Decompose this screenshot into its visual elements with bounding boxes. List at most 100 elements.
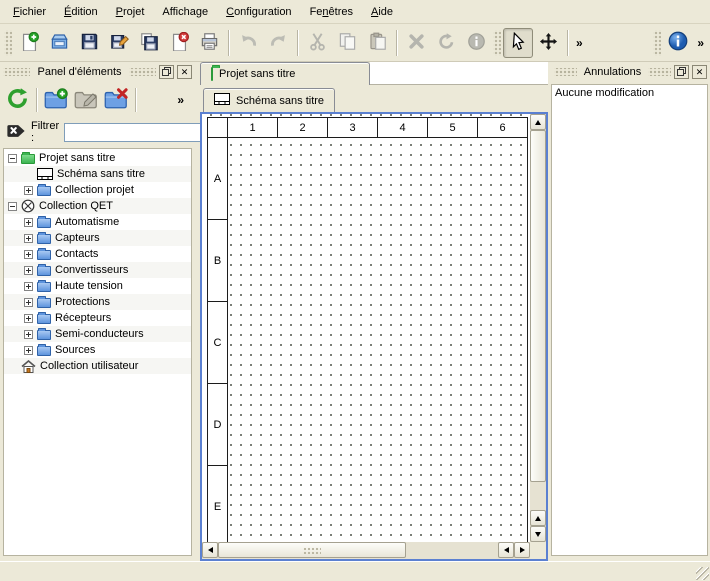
- filter-input[interactable]: [64, 123, 214, 142]
- tab-schema-sans-titre[interactable]: Schéma sans titre: [203, 88, 335, 112]
- tree-item-convertisseurs[interactable]: Convertisseurs: [4, 262, 191, 278]
- toolbar-drag-handle[interactable]: [4, 30, 12, 56]
- undo-panel-titlebar[interactable]: Annulations ✕: [551, 62, 710, 82]
- tree-item-schema[interactable]: Schéma sans titre: [4, 166, 191, 182]
- vertical-scrollbar-thumb[interactable]: [530, 130, 546, 482]
- delete-element-button[interactable]: [102, 86, 130, 114]
- tree-item-haute-tension[interactable]: Haute tension: [4, 278, 191, 294]
- window-resize-grip[interactable]: [696, 567, 709, 580]
- vertical-scrollbar-trough[interactable]: [530, 482, 546, 510]
- save-button[interactable]: [74, 28, 104, 58]
- paste-button[interactable]: [362, 28, 392, 58]
- toolbar-drag-handle[interactable]: [493, 30, 501, 56]
- scroll-left-button[interactable]: [498, 542, 514, 558]
- toolbar-overflow-chevron[interactable]: »: [693, 36, 708, 50]
- main-area: Panel d'éléments ✕: [0, 62, 710, 561]
- tree-item-project[interactable]: Projet sans titre: [4, 150, 191, 166]
- dock-drag-handle[interactable]: [554, 68, 577, 76]
- clear-filter-icon[interactable]: [6, 124, 26, 141]
- close-panel-button[interactable]: ✕: [177, 65, 192, 79]
- toolbar-drag-handle[interactable]: [653, 30, 661, 56]
- horizontal-scrollbar[interactable]: [202, 542, 530, 559]
- toolbar-overflow-chevron[interactable]: »: [572, 36, 587, 50]
- select-tool-button[interactable]: [503, 28, 533, 58]
- close-project-button[interactable]: [164, 28, 194, 58]
- expand-expander-icon[interactable]: [24, 330, 33, 339]
- float-panel-button[interactable]: [159, 65, 174, 79]
- expand-expander-icon[interactable]: [24, 346, 33, 355]
- panel-toolbar-overflow-chevron[interactable]: »: [173, 93, 188, 107]
- column-header: 1: [227, 117, 278, 138]
- expand-expander-icon[interactable]: [24, 234, 33, 243]
- tree-item-automatisme[interactable]: Automatisme: [4, 214, 191, 230]
- elements-panel-titlebar[interactable]: Panel d'éléments ✕: [0, 62, 195, 82]
- expand-expander-icon[interactable]: [24, 250, 33, 259]
- tree-item-recepteurs[interactable]: Récepteurs: [4, 310, 191, 326]
- expand-expander-icon[interactable]: [24, 266, 33, 275]
- tree-item-semi-conducteurs[interactable]: Semi-conducteurs: [4, 326, 191, 342]
- float-panel-button[interactable]: [674, 65, 689, 79]
- expand-expander-icon[interactable]: [24, 298, 33, 307]
- close-panel-button[interactable]: ✕: [692, 65, 707, 79]
- tree-item-collection-utilisateur[interactable]: Collection utilisateur: [4, 358, 191, 374]
- menu-configuration[interactable]: Configuration: [217, 0, 300, 23]
- expand-expander-icon[interactable]: [24, 186, 33, 195]
- scroll-up-button[interactable]: [530, 114, 546, 130]
- tree-item-capteurs[interactable]: Capteurs: [4, 230, 191, 246]
- delete-button[interactable]: [401, 28, 431, 58]
- save-all-icon: [140, 32, 159, 54]
- project-area: Projet sans titre Schéma sans titre: [200, 62, 548, 561]
- menu-fichier[interactable]: Fichier: [4, 0, 55, 23]
- collapse-expander-icon[interactable]: [8, 154, 17, 163]
- dock-drag-handle[interactable]: [648, 68, 671, 76]
- menu-aide[interactable]: Aide: [362, 0, 402, 23]
- expand-expander-icon[interactable]: [24, 218, 33, 227]
- menu-projet[interactable]: Projet: [107, 0, 154, 23]
- cut-button[interactable]: [302, 28, 332, 58]
- tab-projet-sans-titre[interactable]: Projet sans titre: [200, 62, 370, 85]
- dock-drag-handle[interactable]: [3, 68, 30, 76]
- about-qet-button[interactable]: [663, 28, 693, 58]
- vertical-scrollbar[interactable]: [530, 114, 546, 542]
- tree-item-contacts[interactable]: Contacts: [4, 246, 191, 262]
- horizontal-scrollbar-trough[interactable]: [406, 542, 498, 559]
- open-project-button[interactable]: [44, 28, 74, 58]
- edit-element-button[interactable]: [72, 86, 100, 114]
- tabbar-empty-area: [370, 62, 548, 85]
- rotate-button[interactable]: [431, 28, 461, 58]
- new-element-button[interactable]: [42, 86, 70, 114]
- copy-button[interactable]: [332, 28, 362, 58]
- menu-affichage[interactable]: Affichage: [153, 0, 217, 23]
- element-info-button[interactable]: [461, 28, 491, 58]
- folder-icon: [37, 232, 51, 244]
- undo-button[interactable]: [233, 28, 263, 58]
- tree-item-collection-qet[interactable]: Collection QET: [4, 198, 191, 214]
- scroll-up-button[interactable]: [530, 510, 546, 526]
- elements-tree: Projet sans titre Schéma sans titre Coll…: [3, 148, 192, 556]
- print-button[interactable]: [194, 28, 224, 58]
- pan-tool-button[interactable]: [533, 28, 563, 58]
- menu-fenetres[interactable]: Fenêtres: [301, 0, 362, 23]
- tree-item-collection-projet[interactable]: Collection projet: [4, 182, 191, 198]
- schema-canvas[interactable]: 1 2 3 4 5 6 A B C D E: [202, 114, 530, 542]
- folder-icon: [37, 344, 51, 356]
- new-project-button[interactable]: [14, 28, 44, 58]
- save-as-button[interactable]: [104, 28, 134, 58]
- row-header: E: [207, 465, 228, 542]
- expand-expander-icon[interactable]: [24, 282, 33, 291]
- tree-item-sources[interactable]: Sources: [4, 342, 191, 358]
- redo-button[interactable]: [263, 28, 293, 58]
- menu-edition[interactable]: Édition: [55, 0, 107, 23]
- scroll-left-button[interactable]: [202, 542, 218, 558]
- reload-collections-button[interactable]: [3, 86, 31, 114]
- expand-expander-icon[interactable]: [24, 314, 33, 323]
- undo-history-list[interactable]: Aucune modification: [551, 84, 708, 556]
- scroll-right-button[interactable]: [514, 542, 530, 558]
- tree-item-protections[interactable]: Protections: [4, 294, 191, 310]
- scroll-down-button[interactable]: [530, 526, 546, 542]
- save-all-button[interactable]: [134, 28, 164, 58]
- collapse-expander-icon[interactable]: [8, 202, 17, 211]
- dock-drag-handle[interactable]: [129, 68, 156, 76]
- horizontal-scrollbar-thumb[interactable]: [218, 542, 406, 558]
- folder-icon: [37, 328, 51, 340]
